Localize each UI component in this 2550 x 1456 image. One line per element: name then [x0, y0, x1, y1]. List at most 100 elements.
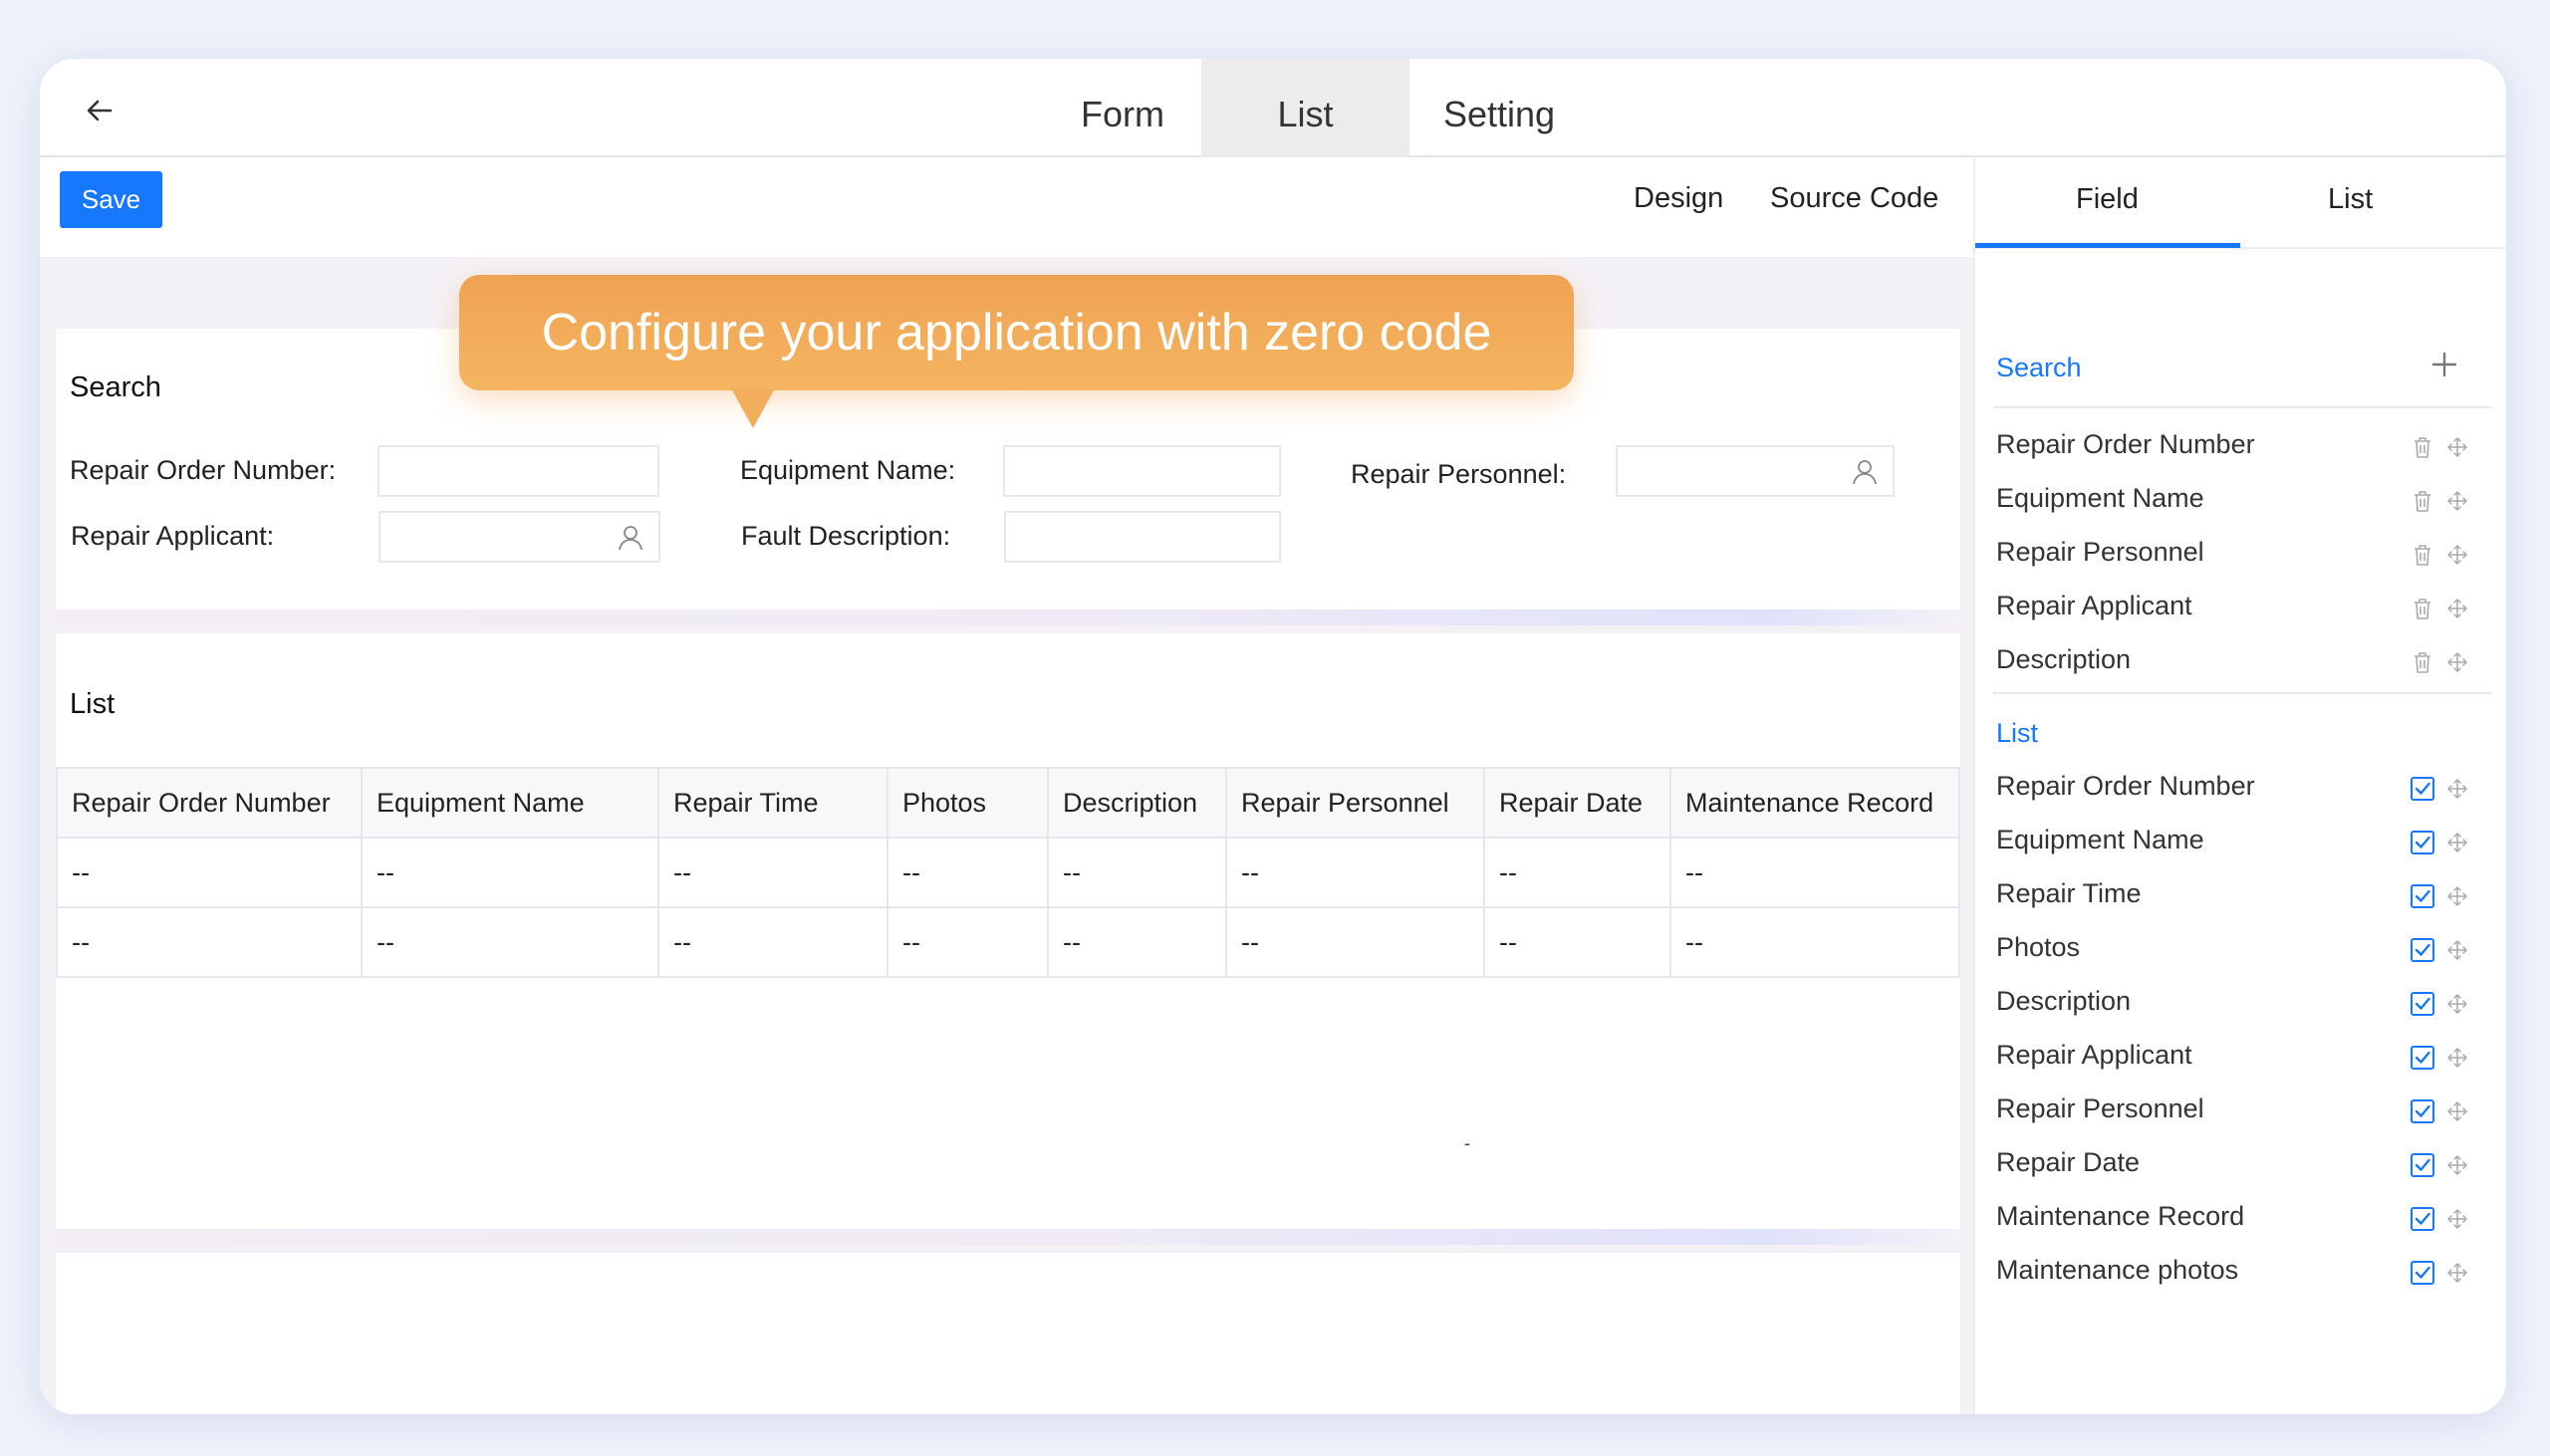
sidebar-tab-list[interactable]: List	[2328, 183, 2373, 216]
table-cell: --	[657, 837, 889, 908]
trash-icon[interactable]	[2410, 649, 2435, 675]
move-icon[interactable]	[2446, 490, 2468, 512]
column-header[interactable]: Repair Personnel	[1225, 767, 1485, 839]
table-cell: --	[1047, 837, 1227, 908]
sidebar-item-label: Maintenance photos	[1996, 1255, 2239, 1285]
equipment-name-input[interactable]	[1003, 445, 1281, 497]
move-icon[interactable]	[2446, 598, 2468, 619]
tab-setting[interactable]: Setting	[1409, 59, 1589, 157]
column-header[interactable]: Maintenance Record	[1669, 767, 1960, 839]
table-row[interactable]: -- -- -- -- -- -- -- --	[56, 906, 1960, 978]
fault-description-input[interactable]	[1004, 511, 1281, 563]
repair-order-number-input[interactable]	[378, 445, 659, 497]
move-icon[interactable]	[2446, 778, 2468, 800]
table-cell: --	[887, 837, 1049, 908]
trash-icon[interactable]	[2410, 434, 2435, 460]
checkbox-checked-icon[interactable]	[2410, 1045, 2435, 1071]
table-cell: --	[1047, 906, 1227, 978]
sidebar-list-item[interactable]: Repair Time	[1996, 874, 2474, 918]
trash-icon[interactable]	[2410, 488, 2435, 514]
list-panel[interactable]: List Repair Order Number Equipment Name …	[56, 633, 1960, 1245]
sidebar-list-item[interactable]: Repair Date	[1996, 1143, 2474, 1187]
checkbox-checked-icon[interactable]	[2410, 1098, 2435, 1124]
checkbox-checked-icon[interactable]	[2410, 776, 2435, 802]
checkbox-checked-icon[interactable]	[2410, 1152, 2435, 1178]
move-icon[interactable]	[2446, 832, 2468, 853]
tab-form[interactable]: Form	[1044, 59, 1201, 157]
sidebar-item-label: Repair Applicant	[1996, 1040, 2192, 1070]
sidebar-item-label: Repair Order Number	[1996, 429, 2255, 459]
active-tab-indicator	[1975, 243, 2240, 248]
table-cell: --	[1669, 837, 1960, 908]
source-code-tab[interactable]: Source Code	[1770, 182, 1938, 215]
checkbox-checked-icon[interactable]	[2410, 883, 2435, 909]
checkbox-checked-icon[interactable]	[2410, 937, 2435, 963]
design-tab[interactable]: Design	[1634, 182, 1723, 215]
plus-icon[interactable]	[2430, 351, 2458, 378]
table-cell: --	[1669, 906, 1960, 978]
sidebar-search-item[interactable]: Repair Applicant	[1996, 587, 2474, 630]
column-header[interactable]: Photos	[887, 767, 1049, 839]
sidebar-list-item[interactable]: Photos	[1996, 928, 2474, 972]
column-header[interactable]: Equipment Name	[361, 767, 659, 839]
divider	[1993, 692, 2491, 694]
move-icon[interactable]	[2446, 651, 2468, 673]
fault-description-label: Fault Description:	[741, 521, 951, 551]
sidebar-item-label: Description	[1996, 644, 2132, 674]
table-header-row: Repair Order Number Equipment Name Repai…	[56, 767, 1960, 839]
design-canvas: Search Repair Order Number: Equipment Na…	[40, 257, 1976, 1414]
move-icon[interactable]	[2446, 544, 2468, 566]
sidebar-list-item[interactable]: Repair Applicant	[1996, 1036, 2474, 1080]
move-icon[interactable]	[2446, 885, 2468, 907]
sidebar-list-item[interactable]: Maintenance photos	[1996, 1251, 2474, 1295]
sidebar-search-item[interactable]: Repair Order Number	[1996, 425, 2474, 469]
move-icon[interactable]	[2446, 1100, 2468, 1122]
back-button[interactable]	[76, 87, 124, 134]
checkbox-checked-icon[interactable]	[2410, 991, 2435, 1017]
table-cell: --	[361, 906, 659, 978]
repair-applicant-label: Repair Applicant:	[71, 521, 275, 551]
trash-icon[interactable]	[2410, 542, 2435, 568]
equipment-name-label: Equipment Name:	[740, 455, 956, 485]
checkbox-checked-icon[interactable]	[2410, 1260, 2435, 1286]
repair-personnel-input[interactable]	[1616, 445, 1895, 497]
search-section-title: Search	[70, 371, 161, 403]
sidebar-list-item[interactable]: Repair Order Number	[1996, 767, 2474, 811]
sidebar-list-item[interactable]: Description	[1996, 982, 2474, 1026]
save-button[interactable]: Save	[60, 171, 162, 228]
column-header[interactable]: Repair Time	[657, 767, 889, 839]
sidebar-item-label: Repair Date	[1996, 1147, 2141, 1177]
empty-panel[interactable]	[56, 1253, 1960, 1414]
move-icon[interactable]	[2446, 1154, 2468, 1176]
sidebar-list-item[interactable]: Maintenance Record	[1996, 1197, 2474, 1241]
column-header[interactable]: Description	[1047, 767, 1227, 839]
table-cell: --	[657, 906, 889, 978]
callout-pointer	[731, 388, 775, 428]
sidebar-search-item[interactable]: Description	[1996, 640, 2474, 684]
sidebar-item-label: Equipment Name	[1996, 483, 2204, 513]
move-icon[interactable]	[2446, 1047, 2468, 1069]
sidebar-search-item[interactable]: Equipment Name	[1996, 479, 2474, 523]
divider	[1993, 406, 2491, 408]
column-header[interactable]: Repair Date	[1483, 767, 1671, 839]
column-header[interactable]: Repair Order Number	[56, 767, 363, 839]
sidebar-list-item[interactable]: Repair Personnel	[1996, 1090, 2474, 1133]
move-icon[interactable]	[2446, 993, 2468, 1015]
move-icon[interactable]	[2446, 436, 2468, 458]
sidebar-item-label: Repair Personnel	[1996, 537, 2204, 567]
move-icon[interactable]	[2446, 939, 2468, 961]
repair-applicant-input[interactable]	[379, 511, 660, 563]
tab-list[interactable]: List	[1201, 59, 1409, 157]
move-icon[interactable]	[2446, 1208, 2468, 1230]
sidebar-list-item[interactable]: Equipment Name	[1996, 821, 2474, 864]
trash-icon[interactable]	[2410, 596, 2435, 621]
sidebar-item-label: Maintenance Record	[1996, 1201, 2245, 1231]
move-icon[interactable]	[2446, 1262, 2468, 1284]
checkbox-checked-icon[interactable]	[2410, 1206, 2435, 1232]
sidebar-item-label: Repair Applicant	[1996, 591, 2192, 620]
sidebar-tab-field[interactable]: Field	[2076, 183, 2139, 216]
sidebar-search-item[interactable]: Repair Personnel	[1996, 533, 2474, 577]
table-row[interactable]: -- -- -- -- -- -- -- --	[56, 837, 1960, 908]
checkbox-checked-icon[interactable]	[2410, 830, 2435, 855]
sidebar-item-label: Photos	[1996, 932, 2081, 962]
